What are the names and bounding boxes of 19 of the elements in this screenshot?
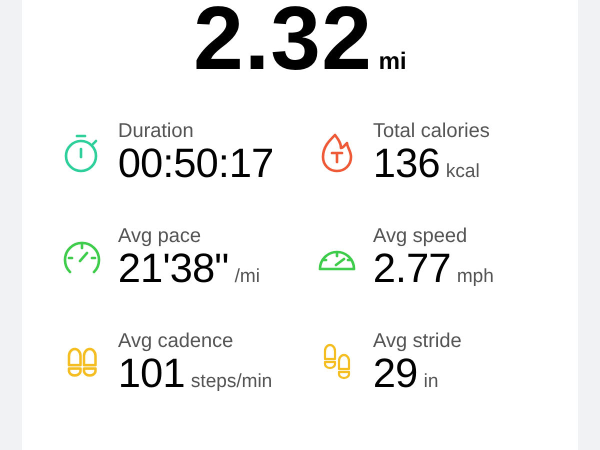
- stat-unit: steps/min: [190, 371, 272, 394]
- stat-label: Duration: [118, 120, 195, 142]
- stat-unit: in: [424, 371, 438, 394]
- distance-value: 2.32: [193, 0, 373, 84]
- stat-label: Total calories: [373, 120, 490, 142]
- stat-unit: kcal: [446, 161, 480, 183]
- stat-value: 00:50:17: [118, 142, 274, 186]
- stat-value: 21'38": [118, 247, 229, 290]
- stat-value: 29: [373, 352, 418, 396]
- stat-unit: /mi: [234, 266, 260, 288]
- stat-label: Avg cadence: [118, 330, 234, 352]
- distance-unit: mi: [378, 48, 407, 76]
- stat-value: 101: [118, 352, 185, 396]
- stat-value: 2.77: [373, 247, 451, 290]
- stat-unit: mph: [456, 266, 494, 288]
- stat-value: 136: [373, 142, 440, 186]
- stat-label: Avg speed: [373, 225, 468, 248]
- stat-label: Avg pace: [118, 225, 202, 248]
- stat-label: Avg stride: [373, 330, 462, 352]
